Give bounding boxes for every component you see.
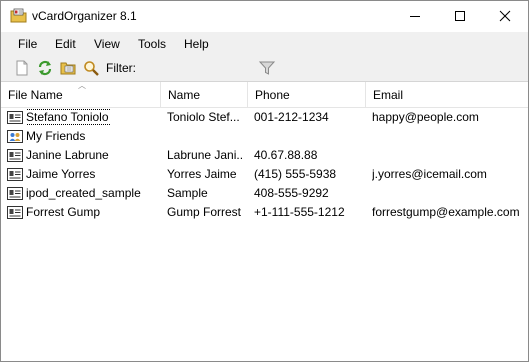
menu-file[interactable]: File (18, 37, 37, 51)
menu-help[interactable]: Help (184, 37, 209, 51)
contact-name: Gump Forrest (167, 205, 242, 219)
maximize-icon (455, 11, 465, 21)
filter-label: Filter: (106, 61, 136, 75)
toolbar: Filter: (1, 55, 528, 81)
file-name: My Friends (26, 129, 86, 143)
search-icon (84, 61, 99, 76)
file-name: Stefano Toniolo (26, 108, 111, 127)
contact-phone: 408-555-9292 (254, 186, 329, 200)
menu-tools[interactable]: Tools (138, 37, 166, 51)
search-button[interactable] (81, 58, 101, 78)
close-icon (499, 10, 511, 22)
vcard-icon (7, 110, 24, 125)
list-item[interactable]: Jaime Yorres Yorres Jaime (415) 555-5938… (1, 165, 528, 184)
list-item[interactable]: Forrest Gump Gump Forrest +1-111-555-121… (1, 203, 528, 222)
menu-edit[interactable]: Edit (55, 37, 76, 51)
contact-email: j.yorres@icemail.com (372, 167, 487, 181)
menu-bar: File Edit View Tools Help (1, 32, 528, 55)
refresh-icon (38, 60, 52, 76)
contact-name: Sample (167, 186, 208, 200)
file-name: ipod_created_sample (26, 186, 141, 200)
list-item[interactable]: Janine Labrune Labrune Jani... 40.67.88.… (1, 146, 528, 165)
contacts-list[interactable]: ︿ File Name Name Phone Email Stefano Ton… (1, 81, 528, 361)
list-item[interactable]: My Friends (1, 127, 528, 146)
contact-email: happy@people.com (372, 110, 479, 124)
new-button[interactable] (12, 58, 32, 78)
vcard-icon (7, 205, 24, 220)
minimize-icon (410, 16, 420, 17)
list-item[interactable]: ipod_created_sample Sample 408-555-9292 (1, 184, 528, 203)
column-phone[interactable]: Phone (248, 82, 366, 108)
contact-name (167, 127, 243, 146)
contact-name: Toniolo Stef... (167, 110, 240, 124)
app-icon (10, 8, 27, 23)
window-title: vCardOrganizer 8.1 (32, 9, 137, 23)
file-name-text: Stefano Toniolo (26, 109, 111, 125)
file-name: Janine Labrune (26, 148, 109, 162)
column-name[interactable]: Name (161, 82, 248, 108)
group-icon (7, 129, 24, 144)
list-header: ︿ File Name Name Phone Email (1, 82, 528, 108)
contact-name: Labrune Jani... (167, 148, 243, 162)
new-document-icon (16, 60, 28, 76)
funnel-icon (258, 61, 276, 75)
minimize-button[interactable] (393, 1, 438, 31)
vcard-icon (7, 148, 24, 163)
vcard-icon (7, 167, 24, 182)
file-name: Jaime Yorres (26, 167, 96, 181)
title-bar[interactable]: vCardOrganizer 8.1 (1, 1, 528, 32)
open-folder-button[interactable] (58, 58, 78, 78)
filter-button[interactable] (258, 59, 276, 77)
filter-input[interactable] (139, 57, 253, 78)
contact-name: Yorres Jaime (167, 167, 237, 181)
contact-phone: (415) 555-5938 (254, 167, 337, 181)
app-window: vCardOrganizer 8.1 File Edit View Tools … (0, 0, 529, 362)
maximize-button[interactable] (438, 1, 483, 31)
list-item[interactable]: Stefano Toniolo Toniolo Stef... 001-212-… (1, 108, 528, 127)
open-folder-icon (60, 62, 76, 75)
column-file-name[interactable]: File Name (1, 82, 161, 108)
column-email[interactable]: Email (366, 82, 528, 108)
menu-view[interactable]: View (94, 37, 120, 51)
contact-email: forrestgump@example.com (372, 205, 520, 219)
contact-phone: +1-111-555-1212 (254, 205, 345, 219)
close-button[interactable] (483, 1, 528, 31)
refresh-button[interactable] (35, 58, 55, 78)
vcard-icon (7, 186, 24, 201)
file-name: Forrest Gump (26, 205, 101, 219)
contact-phone: 001-212-1234 (254, 110, 329, 124)
contact-phone: 40.67.88.88 (254, 148, 318, 162)
